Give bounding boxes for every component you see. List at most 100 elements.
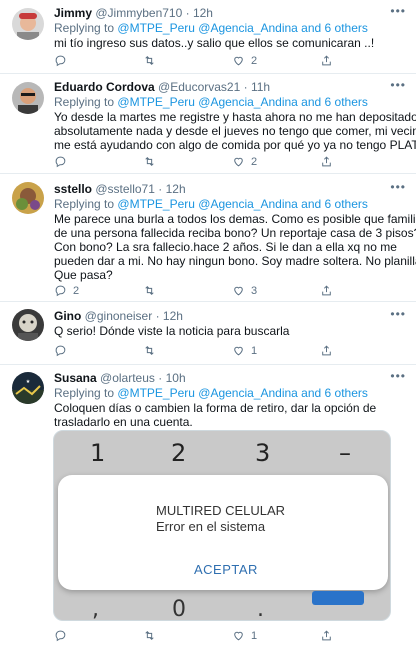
user-handle[interactable]: @ginoneiser — [85, 309, 153, 323]
avatar-image — [12, 8, 44, 40]
timestamp[interactable]: 12h — [166, 182, 186, 196]
avatar[interactable]: ★ — [12, 372, 44, 404]
like-count: 1 — [251, 629, 258, 642]
enter-key — [312, 591, 364, 605]
reply-button[interactable] — [54, 54, 73, 67]
avatar[interactable] — [12, 309, 44, 341]
heart-icon — [234, 631, 243, 641]
reply-icon — [55, 156, 66, 168]
share-button[interactable] — [320, 54, 333, 67]
timestamp[interactable]: 10h — [166, 371, 186, 385]
separator-dot: · — [158, 371, 163, 385]
retweet-button[interactable] — [143, 629, 162, 642]
retweet-icon — [145, 346, 154, 355]
reply-button[interactable]: 2 — [54, 284, 79, 297]
tweet-media-image[interactable]: 1 2 3 – MULTIRED CELULAR Error en el sis… — [53, 430, 391, 621]
replying-links[interactable]: @MTPE_Peru @Agencia_Andina and 6 others — [117, 95, 368, 109]
reply-icon — [55, 345, 66, 357]
like-button[interactable]: 3 — [232, 284, 257, 297]
share-icon — [322, 285, 331, 296]
tweet-text: Me parece una burla a todos los demas. C… — [54, 212, 416, 282]
retweet-icon — [145, 286, 154, 295]
separator-dot: · — [155, 309, 160, 323]
tweet-text-line: Que pasa? — [54, 268, 113, 282]
tweet-text: Q serio! Dónde viste la noticia para bus… — [54, 324, 406, 338]
retweet-button[interactable] — [143, 54, 162, 67]
key-period: . — [257, 597, 264, 621]
tweet-text-line: Q serio! Dónde viste la noticia para bus… — [54, 324, 290, 338]
tweet-header: Gino @ginoneiser · 12h — [54, 309, 406, 323]
replying-links[interactable]: @MTPE_Peru @Agencia_Andina and 6 others — [117, 386, 368, 400]
retweet-button[interactable] — [143, 155, 162, 168]
user-handle[interactable]: @olarteus — [100, 371, 155, 385]
tweet-text-line: pueden dar a mi. No hay ningun bono. Soy… — [54, 254, 416, 268]
like-count: 2 — [251, 155, 258, 168]
dialog-title: MULTIRED CELULAR — [156, 503, 286, 518]
like-button[interactable]: 2 — [232, 54, 257, 67]
timestamp[interactable]: 11h — [251, 80, 270, 94]
reply-button[interactable] — [54, 629, 73, 642]
display-name[interactable]: Susana — [54, 371, 97, 385]
replying-to: Replying to @MTPE_Peru @Agencia_Andina a… — [54, 197, 406, 211]
retweet-button[interactable] — [143, 344, 162, 357]
key-0: 0 — [172, 597, 186, 621]
reply-icon — [55, 285, 66, 297]
dialog-accept-button: ACEPTAR — [194, 562, 258, 577]
replying-links[interactable]: @MTPE_Peru @Agencia_Andina and 6 others — [117, 197, 368, 211]
tweet-text-line: de una persona fallecida reciba bono? Un… — [54, 226, 416, 240]
retweet-button[interactable] — [143, 284, 162, 297]
user-handle[interactable]: @Jimmyben710 — [95, 6, 182, 20]
avatar[interactable] — [12, 8, 44, 40]
share-button[interactable] — [320, 155, 333, 168]
tweet-eduardo-cordova[interactable]: Eduardo Cordova @Educorvas21 · 11h ••• R… — [0, 74, 416, 174]
share-button[interactable] — [320, 284, 333, 297]
display-name[interactable]: Eduardo Cordova — [54, 80, 155, 94]
more-options-icon[interactable]: ••• — [390, 181, 406, 193]
more-options-icon[interactable]: ••• — [390, 5, 406, 17]
reply-button[interactable] — [54, 344, 73, 357]
tweet-sstello[interactable]: sstello @sstello71 · 12h ••• Replying to… — [0, 174, 416, 302]
avatar-image: ★ — [12, 372, 44, 404]
keypad-top-row: 1 2 3 – — [54, 431, 390, 475]
like-button[interactable]: 1 — [232, 344, 257, 357]
tweet-text-line: trasladarlo en una cuenta. — [54, 415, 193, 429]
user-handle[interactable]: @Educorvas21 — [158, 80, 240, 94]
avatar[interactable] — [12, 182, 44, 214]
display-name[interactable]: Gino — [54, 309, 81, 323]
timestamp[interactable]: 12h — [193, 6, 213, 20]
user-handle[interactable]: @sstello71 — [95, 182, 155, 196]
share-icon — [322, 156, 331, 167]
heart-icon — [234, 157, 243, 167]
share-button[interactable] — [320, 629, 333, 642]
like-button[interactable]: 1 — [232, 629, 257, 642]
tweet-actions: 1 — [54, 344, 344, 358]
avatar-image — [12, 182, 44, 214]
heart-icon — [234, 286, 243, 296]
avatar[interactable] — [12, 82, 44, 114]
reply-button[interactable] — [54, 155, 73, 168]
tweet-text-line: Me parece una burla a todos los demas. C… — [54, 212, 416, 226]
tweet-gino[interactable]: Gino @ginoneiser · 12h ••• Q serio! Dónd… — [0, 302, 416, 365]
share-icon — [322, 345, 331, 356]
separator-dot: · — [243, 80, 248, 94]
svg-text:★: ★ — [26, 379, 31, 385]
timestamp[interactable]: 12h — [163, 309, 183, 323]
replying-links[interactable]: @MTPE_Peru @Agencia_Andina and 6 others — [117, 21, 368, 35]
tweet-jimmy[interactable]: Jimmy @Jimmyben710 · 12h ••• Replying to… — [0, 0, 416, 74]
share-button[interactable] — [320, 344, 333, 357]
display-name[interactable]: sstello — [54, 182, 92, 196]
separator-dot: · — [185, 6, 190, 20]
reply-count: 2 — [73, 284, 80, 297]
more-options-icon[interactable]: ••• — [390, 370, 406, 382]
tweet-actions: 2 3 — [54, 284, 344, 298]
tweet-text: mi tío ingreso sus datos..y salio que el… — [54, 36, 406, 50]
replying-prefix: Replying to — [54, 197, 115, 211]
like-count: 1 — [251, 344, 258, 357]
more-options-icon[interactable]: ••• — [390, 308, 406, 320]
like-button[interactable]: 2 — [232, 155, 257, 168]
replying-to: Replying to @MTPE_Peru @Agencia_Andina a… — [54, 21, 406, 35]
replying-prefix: Replying to — [54, 95, 115, 109]
separator-dot: · — [158, 182, 163, 196]
display-name[interactable]: Jimmy — [54, 6, 92, 20]
more-options-icon[interactable]: ••• — [390, 79, 406, 91]
